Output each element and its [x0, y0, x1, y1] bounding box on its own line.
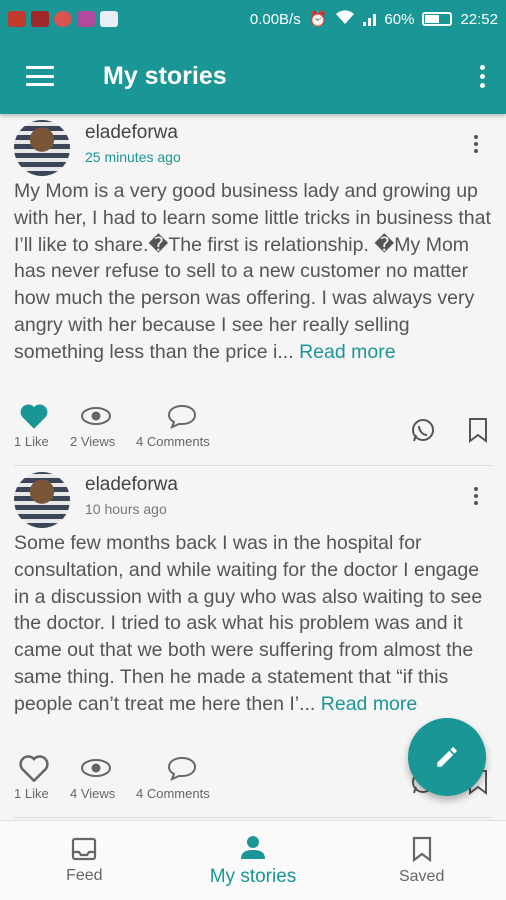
nav-feed-label: Feed [66, 866, 103, 884]
battery-percent: 60% [384, 10, 415, 28]
heart-icon [19, 755, 49, 782]
signal-icon [363, 12, 377, 26]
eye-icon [81, 407, 111, 425]
story-more-vert-icon[interactable] [474, 135, 478, 153]
page-title: My stories [103, 61, 227, 90]
net-speed: 0.00B/s [249, 10, 301, 28]
person-icon [241, 835, 265, 859]
gmail-icon [54, 11, 72, 27]
bookmark-icon [412, 836, 431, 862]
nav-my-stories[interactable]: My stories [169, 821, 338, 900]
alarm-icon: ⏰ [308, 11, 328, 28]
wifi-icon [335, 9, 355, 29]
read-more-link[interactable]: Read more [299, 341, 395, 363]
more-vert-icon[interactable] [472, 64, 492, 88]
pencil-icon [437, 747, 457, 767]
comment-icon [167, 404, 197, 429]
nav-saved-label: Saved [398, 867, 445, 885]
post-time: 25 minutes ago [85, 149, 181, 165]
story-excerpt[interactable]: My Mom is a very good business lady and … [14, 178, 492, 366]
bookmark-icon [469, 418, 487, 443]
like-count: 1 Like [14, 434, 49, 449]
author-name[interactable]: eladeforwa [85, 122, 181, 144]
story-text: My Mom is a very good business lady and … [14, 180, 491, 363]
like-count: 1 Like [14, 786, 49, 801]
app-notification-icon [8, 11, 26, 27]
story-list[interactable]: eladeforwa 25 minutes ago My Mom is a ve… [0, 114, 506, 820]
comment-count: 4 Comments [136, 786, 210, 801]
views-indicator: 4 Views [70, 754, 115, 801]
eye-icon [81, 759, 111, 777]
like-button[interactable]: 1 Like [14, 754, 50, 801]
author-name[interactable]: eladeforwa [85, 474, 178, 496]
comments-button[interactable]: 4 Comments [136, 754, 210, 801]
avatar[interactable] [14, 120, 70, 176]
read-more-link[interactable]: Read more [321, 693, 417, 715]
status-bar: 0.00B/s ⏰ 60% 22:52 [0, 0, 506, 38]
inbox-icon [72, 837, 97, 860]
whatsapp-icon [412, 419, 434, 442]
view-count: 2 Views [70, 434, 116, 449]
clock: 22:52 [460, 10, 498, 28]
divider [14, 817, 492, 818]
heart-icon [20, 404, 48, 429]
story-more-vert-icon[interactable] [474, 487, 478, 505]
story-text: Some few months back I was in the hospit… [14, 532, 483, 715]
bookmark-button[interactable] [468, 417, 488, 448]
battery-icon [422, 12, 453, 26]
nav-my-stories-label: My stories [209, 865, 297, 887]
post-time: 10 hours ago [85, 501, 167, 517]
comments-button[interactable]: 4 Comments [136, 402, 210, 449]
comment-icon [167, 756, 197, 781]
notification-icons [8, 11, 118, 27]
menu-icon[interactable] [26, 66, 54, 86]
comment-count: 4 Comments [136, 434, 210, 449]
nav-saved[interactable]: Saved [337, 821, 506, 900]
whatsapp-share-button[interactable] [410, 418, 436, 449]
story-actions: 1 Like 2 Views 4 Comments [14, 402, 492, 452]
bottom-navigation: Feed My stories Saved [0, 820, 506, 900]
view-count: 4 Views [70, 786, 116, 801]
story-card[interactable]: eladeforwa 25 minutes ago My Mom is a ve… [0, 114, 506, 466]
views-indicator: 2 Views [70, 402, 115, 449]
document-icon [100, 11, 118, 27]
app-bar: My stories [0, 38, 506, 114]
nav-feed[interactable]: Feed [0, 821, 169, 900]
avatar[interactable] [14, 472, 70, 528]
instagram-icon [77, 11, 95, 27]
app-notification-icon [31, 11, 49, 27]
like-button[interactable]: 1 Like [14, 402, 50, 449]
compose-story-button[interactable] [408, 718, 486, 796]
story-excerpt[interactable]: Some few months back I was in the hospit… [14, 530, 492, 718]
